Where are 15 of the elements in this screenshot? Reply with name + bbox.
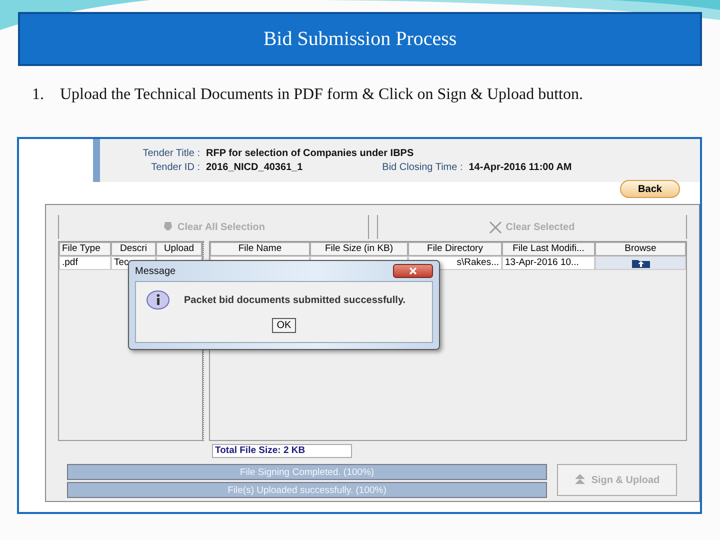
progress-label: File Signing Completed. (100%) xyxy=(240,466,374,478)
field-label: Bid Closing Time : xyxy=(381,162,464,173)
field-label: Tender Title : xyxy=(142,148,201,159)
field-value: RFP for selection of Companies under IBPS xyxy=(206,148,414,159)
progress-label: File(s) Uploaded successfully. (100%) xyxy=(228,484,386,496)
field-label: Tender ID : xyxy=(150,162,201,173)
step-text: Upload the Technical Documents in PDF form & Click on Sign & Upload button. xyxy=(60,86,583,104)
slide-title: Bid Submission Process xyxy=(18,12,702,66)
field-value: 2016_NICD_40361_1 xyxy=(206,162,303,173)
field-value: 14-Apr-2016 11:00 AM xyxy=(468,162,572,173)
table-cell: 13-Apr-2016 10... xyxy=(502,256,595,270)
table-cell: .pdf xyxy=(59,256,111,270)
dialog-message: Packet bid documents submitted successfully. xyxy=(184,294,406,306)
step-number: 1. xyxy=(32,86,45,104)
total-file-size: Total File Size: 2 KB xyxy=(212,444,352,458)
